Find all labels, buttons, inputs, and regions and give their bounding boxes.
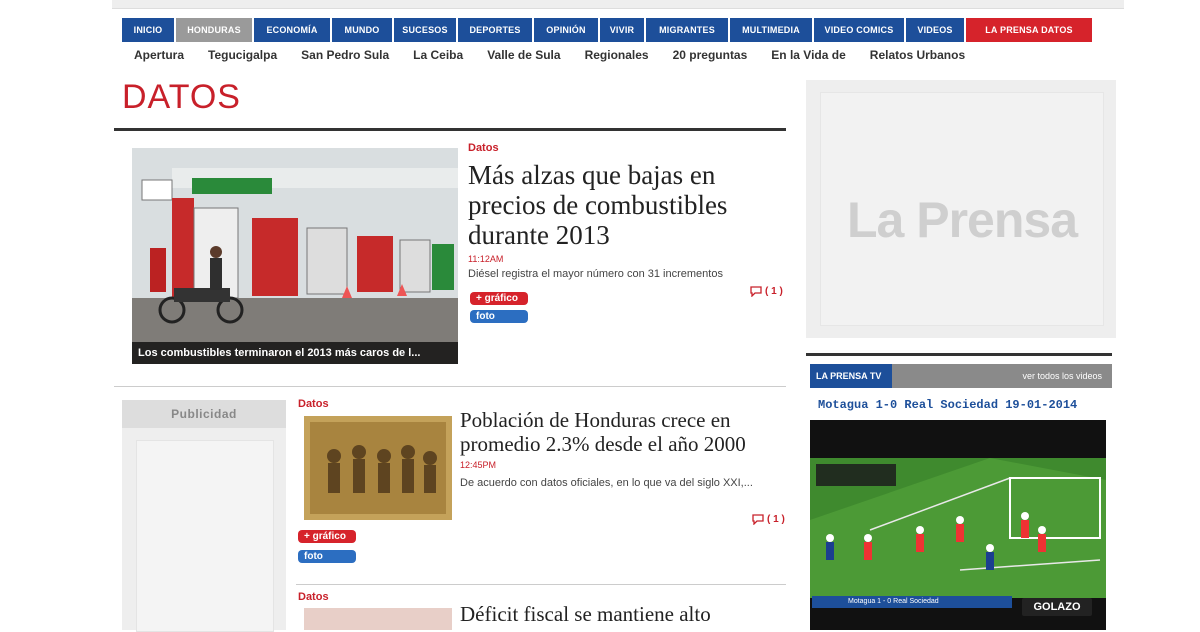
subnav-apertura[interactable]: Apertura: [122, 48, 196, 62]
comment-count: ( 1 ): [765, 286, 783, 297]
sub-navigation: Apertura Tegucigalpa San Pedro Sula La C…: [122, 44, 977, 66]
la-prensa-logo: La Prensa: [846, 192, 1078, 248]
article-2-image[interactable]: [304, 416, 452, 520]
article-1-headline[interactable]: Más alzas que bajas en precios de combus…: [468, 160, 778, 250]
article-2-summary: De acuerdo con datos oficiales, en lo qu…: [460, 477, 753, 489]
subnav-en-la-vida-de[interactable]: En la Vida de: [759, 48, 857, 62]
ad-slot[interactable]: [136, 440, 274, 632]
nav-multimedia[interactable]: Multimedia: [730, 18, 812, 42]
article-1-comments[interactable]: ( 1 ): [750, 286, 783, 297]
tv-label: LA PRENSA TV: [810, 364, 892, 388]
article-2-time: 12:45PM: [460, 460, 497, 470]
right-ad-slot: La Prensa: [820, 92, 1104, 326]
comment-count: ( 1 ): [767, 514, 785, 525]
article-divider: [114, 386, 786, 387]
golazo-logo: GOLAZO: [1022, 598, 1092, 616]
ad-column: Publicidad: [122, 400, 286, 632]
nav-videos[interactable]: Videos: [906, 18, 964, 42]
foto-tag[interactable]: foto: [470, 310, 528, 323]
nav-mundo[interactable]: Mundo: [332, 18, 392, 42]
subnav-tegucigalpa[interactable]: Tegucigalpa: [196, 48, 289, 62]
comment-icon: [750, 286, 762, 297]
title-divider: [114, 128, 786, 131]
article-1-section[interactable]: Datos: [468, 142, 499, 154]
article-divider: [296, 584, 786, 585]
nav-inicio[interactable]: Inicio: [122, 18, 174, 42]
nav-video-comics[interactable]: Video Comics: [814, 18, 904, 42]
article-2-headline[interactable]: Población de Honduras crece en promedio …: [460, 408, 790, 456]
subnav-20-preguntas[interactable]: 20 preguntas: [661, 48, 760, 62]
article-2-comments[interactable]: ( 1 ): [752, 514, 785, 525]
article-2-section[interactable]: Datos: [298, 398, 329, 410]
historic-photo: [304, 416, 452, 520]
score-overlay: Motagua 1 - 0 Real Sociedad: [812, 596, 1012, 608]
nav-sucesos[interactable]: Sucesos: [394, 18, 456, 42]
nav-economia[interactable]: Economía: [254, 18, 330, 42]
article-3-headline[interactable]: Déficit fiscal se mantiene alto: [460, 602, 790, 626]
ver-todos-videos-link[interactable]: ver todos los videos: [1022, 364, 1102, 388]
nav-honduras[interactable]: Honduras: [176, 18, 252, 42]
subnav-relatos-urbanos[interactable]: Relatos Urbanos: [858, 48, 977, 62]
tv-header: LA PRENSA TV ver todos los videos: [810, 364, 1112, 388]
top-strip: [112, 0, 1124, 9]
article-3-image[interactable]: [304, 608, 452, 630]
right-ad[interactable]: La Prensa: [806, 80, 1116, 338]
nav-vivir[interactable]: Vivir: [600, 18, 644, 42]
grafico-tag[interactable]: + gráfico: [470, 292, 528, 305]
video-title[interactable]: Motagua 1-0 Real Sociedad 19-01-2014: [818, 398, 1077, 412]
image-caption: Los combustibles terminaron el 2013 más …: [132, 342, 458, 364]
article-1-image[interactable]: Los combustibles terminaron el 2013 más …: [132, 148, 458, 364]
tv-divider: [806, 353, 1112, 356]
gas-station-photo: [132, 148, 458, 364]
subnav-san-pedro-sula[interactable]: San Pedro Sula: [289, 48, 401, 62]
nav-migrantes[interactable]: Migrantes: [646, 18, 728, 42]
video-player[interactable]: Motagua 1 - 0 Real Sociedad GOLAZO: [810, 420, 1106, 630]
grafico-tag[interactable]: + gráfico: [298, 530, 356, 543]
article-1-summary: Diésel registra el mayor número con 31 i…: [468, 268, 723, 280]
nav-la-prensa-datos[interactable]: La Prensa Datos: [966, 18, 1092, 42]
ad-label: Publicidad: [122, 400, 286, 428]
comment-icon: [752, 514, 764, 525]
article-3-section[interactable]: Datos: [298, 591, 329, 603]
subnav-la-ceiba[interactable]: La Ceiba: [401, 48, 475, 62]
nav-opinion[interactable]: Opinión: [534, 18, 598, 42]
foto-tag[interactable]: foto: [298, 550, 356, 563]
subnav-regionales[interactable]: Regionales: [573, 48, 661, 62]
page-title: DATOS: [122, 78, 241, 116]
nav-deportes[interactable]: Deportes: [458, 18, 532, 42]
article-1-time: 11:12AM: [468, 254, 504, 264]
subnav-valle-de-sula[interactable]: Valle de Sula: [475, 48, 572, 62]
main-navigation: Inicio Honduras Economía Mundo Sucesos D…: [122, 18, 1116, 42]
